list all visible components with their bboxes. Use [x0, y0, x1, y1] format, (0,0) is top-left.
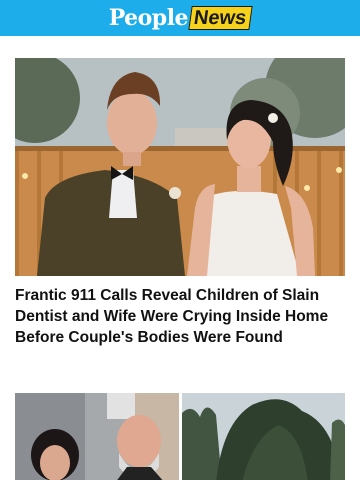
- logo-people-text: People: [108, 5, 189, 31]
- article-headline[interactable]: Frantic 911 Calls Reveal Children of Sla…: [15, 285, 349, 348]
- people-news-logo[interactable]: People News: [108, 0, 253, 36]
- red-carpet-photo-illustration: [15, 393, 179, 480]
- hero-image[interactable]: [15, 58, 345, 276]
- article-thumbnail-left[interactable]: [15, 393, 179, 480]
- app-header: People News: [0, 0, 360, 36]
- couple-photo-illustration: [15, 58, 345, 276]
- trees-photo-illustration: [182, 393, 345, 480]
- logo-news-badge: News: [188, 6, 253, 30]
- article-thumbnail-right[interactable]: [182, 393, 345, 480]
